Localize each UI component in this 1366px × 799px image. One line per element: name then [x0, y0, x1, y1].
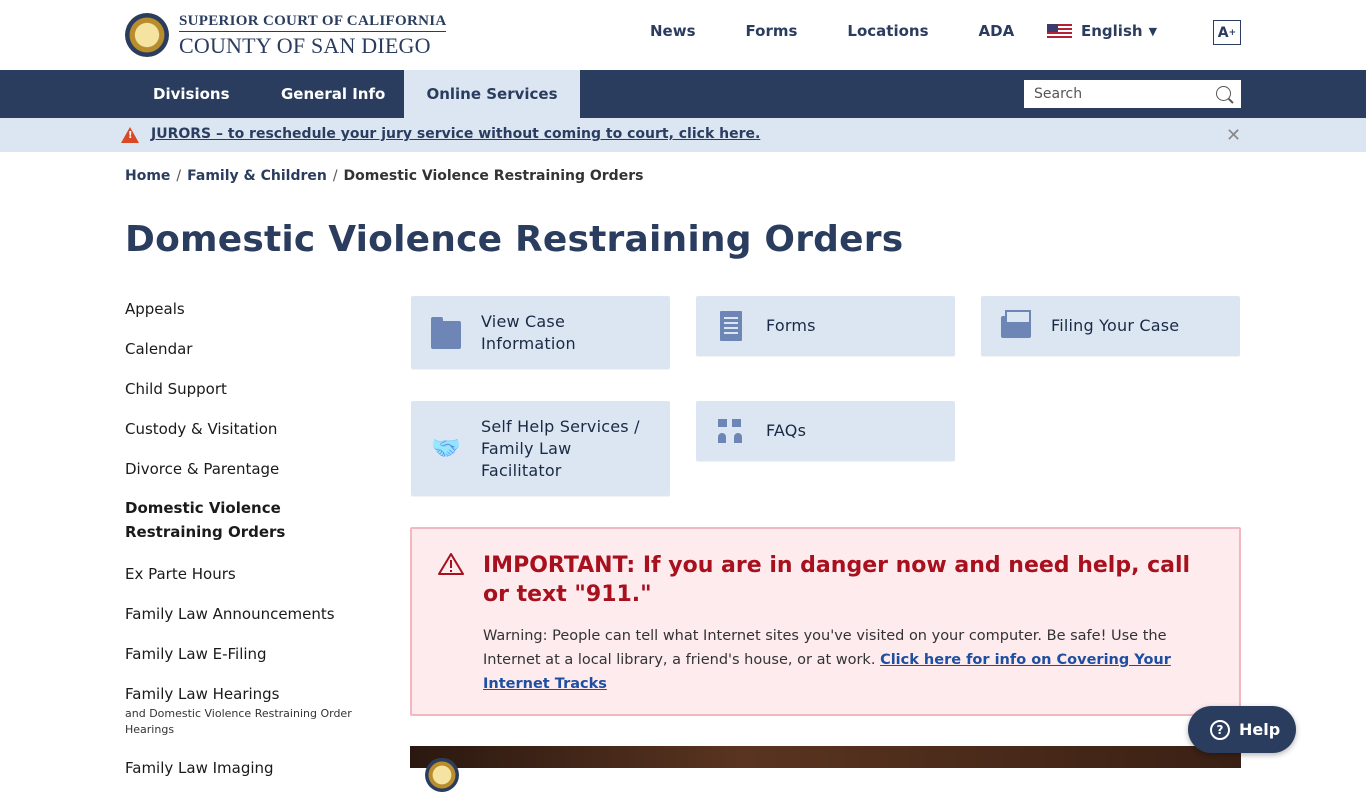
danger-warning-title: IMPORTANT: If you are in danger now and …	[483, 553, 1191, 607]
help-button[interactable]: ? Help	[1188, 706, 1296, 753]
sidebar-item-family-law-imaging[interactable]: Family Law Imaging	[125, 759, 375, 778]
text-size-button[interactable]: A +	[1213, 20, 1241, 45]
sidebar-item-custody-visitation[interactable]: Custody & Visitation	[125, 420, 375, 439]
handshake-icon	[431, 434, 461, 462]
card-filing-your-case[interactable]: Filing Your Case	[981, 296, 1240, 356]
folder-icon	[431, 317, 461, 349]
court-logo[interactable]: SUPERIOR COURT OF CALIFORNIA COUNTY OF S…	[125, 13, 447, 58]
document-icon	[720, 311, 742, 341]
sidebar-item-appeals[interactable]: Appeals	[125, 300, 375, 319]
sidebar-item-family-law-announcements[interactable]: Family Law Announcements	[125, 605, 375, 624]
search-input[interactable]	[1034, 86, 1204, 102]
danger-warning-box: IMPORTANT: If you are in danger now and …	[410, 527, 1241, 716]
warning-triangle-icon	[438, 553, 464, 575]
card-forms[interactable]: Forms	[696, 296, 955, 356]
site-header: SUPERIOR COURT OF CALIFORNIA COUNTY OF S…	[0, 0, 1366, 70]
top-nav-news[interactable]: News	[650, 22, 696, 40]
sidebar-item-calendar[interactable]: Calendar	[125, 340, 375, 359]
top-nav-ada[interactable]: ADA	[979, 22, 1015, 40]
sidebar-item-child-support[interactable]: Child Support	[125, 380, 375, 399]
juror-reschedule-link[interactable]: JURORS – to reschedule your jury service…	[151, 126, 760, 142]
search-icon[interactable]	[1216, 86, 1231, 101]
sidebar-nav: Appeals Calendar Child Support Custody &…	[125, 300, 375, 799]
court-seal-icon	[125, 13, 169, 57]
logo-title-line2: COUNTY OF SAN DIEGO	[179, 32, 431, 58]
warning-icon: !	[121, 127, 139, 143]
breadcrumb-current: Domestic Violence Restraining Orders	[343, 168, 644, 184]
breadcrumb-family-children[interactable]: Family & Children	[187, 168, 327, 184]
juror-alert-banner: ! JURORS – to reschedule your jury servi…	[0, 118, 1366, 152]
sidebar-item-family-law-hearings[interactable]: Family Law Hearings and Domestic Violenc…	[125, 685, 375, 738]
chevron-down-icon: ▼	[1148, 24, 1158, 38]
video-player[interactable]	[410, 746, 1241, 792]
close-icon[interactable]: ✕	[1226, 125, 1241, 146]
faq-people-icon	[716, 417, 746, 445]
search-box	[1024, 80, 1241, 108]
breadcrumb-home[interactable]: Home	[125, 168, 170, 184]
language-selector[interactable]: English ▼	[1047, 22, 1157, 40]
top-nav: News Forms Locations ADA	[650, 22, 1064, 40]
danger-warning-body: Warning: People can tell what Internet s…	[483, 628, 1171, 692]
tab-divisions[interactable]: Divisions	[153, 70, 230, 118]
card-faqs[interactable]: FAQs	[696, 401, 955, 461]
page-title: Domestic Violence Restraining Orders	[125, 219, 904, 260]
main-nav: Divisions General Info Online Services	[0, 70, 1366, 118]
sidebar-item-family-law-efiling[interactable]: Family Law E-Filing	[125, 645, 375, 664]
tab-online-services[interactable]: Online Services	[404, 70, 580, 118]
language-label: English	[1081, 22, 1143, 40]
us-flag-icon	[1047, 24, 1072, 38]
sidebar-item-divorce-parentage[interactable]: Divorce & Parentage	[125, 460, 375, 479]
logo-title-line1: SUPERIOR COURT OF CALIFORNIA	[179, 13, 447, 32]
top-nav-locations[interactable]: Locations	[847, 22, 928, 40]
card-view-case-information[interactable]: View Case Information	[411, 296, 670, 369]
card-self-help-services[interactable]: Self Help Services / Family Law Facilita…	[411, 401, 670, 496]
sidebar-item-ex-parte-hours[interactable]: Ex Parte Hours	[125, 565, 375, 584]
breadcrumb: Home / Family & Children / Domestic Violence…	[125, 168, 644, 184]
help-label: Help	[1239, 720, 1281, 739]
sidebar-item-subtext: and Domestic Violence Restraining Order …	[125, 707, 352, 736]
court-seal-icon	[425, 758, 459, 792]
filing-box-icon	[1001, 310, 1031, 338]
top-nav-forms[interactable]: Forms	[746, 22, 798, 40]
sidebar-item-dvro[interactable]: Domestic Violence Restraining Orders	[125, 496, 375, 544]
question-icon: ?	[1210, 719, 1230, 740]
tab-general-info[interactable]: General Info	[281, 70, 385, 118]
